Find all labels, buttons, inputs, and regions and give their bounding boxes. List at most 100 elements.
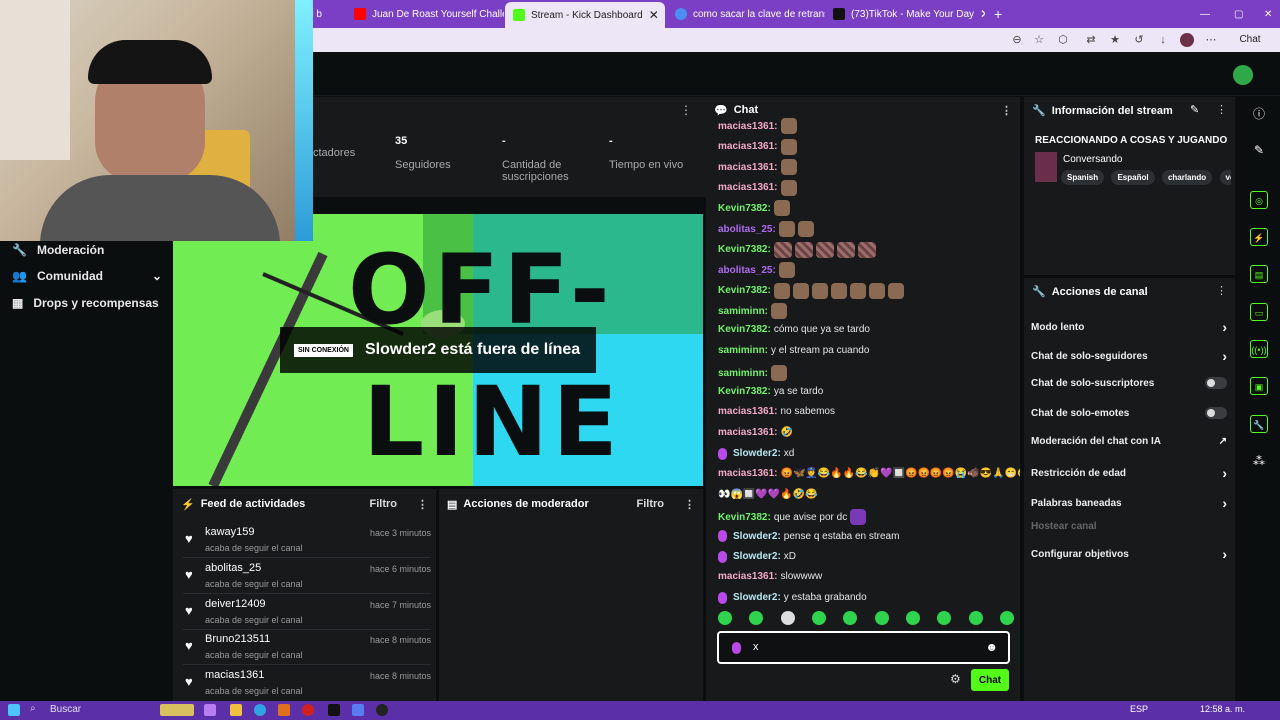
wrench-icon[interactable]: 🔧 <box>1250 415 1268 433</box>
chat-username[interactable]: macias1361: <box>718 427 778 438</box>
chat-username[interactable]: macias1361: <box>718 141 778 152</box>
app-icon[interactable] <box>352 704 364 716</box>
emote-icon[interactable] <box>874 611 889 625</box>
terminal-icon[interactable] <box>328 704 340 716</box>
emote-icon[interactable] <box>718 611 732 625</box>
favorites-icon[interactable]: ★ <box>1108 33 1122 47</box>
chat-username[interactable]: macias1361: <box>718 182 778 193</box>
emotes-only-toggle[interactable] <box>1205 407 1227 419</box>
chat-username[interactable]: Slowder2: <box>733 531 781 542</box>
emote-icon[interactable] <box>811 611 826 625</box>
more-options-icon[interactable]: ⋮ <box>1216 284 1227 297</box>
action-followers-only[interactable]: Chat de solo-seguidores › <box>1031 348 1227 364</box>
more-options-icon[interactable]: ⋮ <box>417 498 428 511</box>
star-icon[interactable]: ☆ <box>1032 33 1046 47</box>
activity-user[interactable]: Bruno213511 <box>205 633 270 645</box>
reader-icon[interactable]: ⊖ <box>1010 33 1024 47</box>
activity-user[interactable]: kaway159 <box>205 526 255 538</box>
edit-icon[interactable]: ✎ <box>1190 103 1199 116</box>
more-options-icon[interactable]: ⋮ <box>1216 103 1227 116</box>
chat-username[interactable]: Kevin7382: <box>718 324 771 335</box>
history-icon[interactable]: ↺ <box>1132 33 1146 47</box>
more-options-icon[interactable]: ⋮ <box>684 498 695 511</box>
chat-username[interactable]: abolitas_25: <box>718 224 776 235</box>
action-slow-mode[interactable]: Modo lento › <box>1031 319 1227 335</box>
more-options-icon[interactable]: ⋮ <box>1001 104 1012 117</box>
broadcast-icon[interactable]: ((•)) <box>1250 340 1268 358</box>
clock[interactable]: 12:58 a. m. <box>1200 704 1245 714</box>
subscribers-only-toggle[interactable] <box>1205 377 1227 389</box>
chat-username[interactable]: samiminn: <box>718 345 768 356</box>
maximize-button[interactable]: ▢ <box>1226 3 1246 25</box>
app-icon[interactable] <box>278 704 290 716</box>
windows-start-icon[interactable] <box>8 704 20 716</box>
chat-username[interactable]: samiminn: <box>718 368 768 379</box>
activity-user[interactable]: macias1361 <box>205 669 264 681</box>
action-configure-goals[interactable]: Configurar objetivos › <box>1031 546 1227 562</box>
more-options-icon[interactable]: ⋮ <box>680 103 692 117</box>
action-age-restriction[interactable]: Restricción de edad › <box>1031 465 1227 481</box>
close-tab-icon[interactable]: ✕ <box>980 7 985 21</box>
action-banned-words[interactable]: Palabras baneadas › <box>1031 495 1227 511</box>
emote-icon[interactable] <box>780 611 795 625</box>
obs-icon[interactable] <box>376 704 388 716</box>
more-icon[interactable]: ⋯ <box>1204 33 1218 47</box>
emote-icon[interactable] <box>937 611 952 625</box>
browser-tab-tiktok[interactable]: (73)TikTok - Make Your Day ✕ <box>825 3 985 25</box>
target-icon[interactable]: ◎ <box>1250 191 1268 209</box>
chat-username[interactable]: Kevin7382: <box>718 512 771 523</box>
action-ai-moderation[interactable]: Moderación del chat con IA ↗ <box>1031 436 1227 447</box>
layout-icon[interactable]: ▣ <box>1250 377 1268 395</box>
emote-icon[interactable] <box>905 611 920 625</box>
file-explorer-icon[interactable] <box>230 704 242 716</box>
close-window-button[interactable]: ✕ <box>1256 3 1276 25</box>
browser-tab-search[interactable]: como sacar la clave de retransmisi <box>667 3 825 25</box>
chat-send-button[interactable]: Chat <box>971 669 1009 691</box>
info-icon[interactable]: ⓘ <box>1250 105 1268 123</box>
emoji-icon[interactable]: ☻ <box>985 640 998 654</box>
chat-username[interactable]: Kevin7382: <box>718 285 771 296</box>
profile-avatar[interactable] <box>1180 33 1194 47</box>
emote-icon[interactable] <box>843 611 858 625</box>
chat-username[interactable]: macias1361: <box>718 468 778 479</box>
activity-user[interactable]: abolitas_25 <box>205 562 261 574</box>
download-icon[interactable]: ↓ <box>1156 33 1170 47</box>
sidebar-item-drops[interactable]: ▦ Drops y recompensas <box>12 296 159 310</box>
browser-tab-kick[interactable]: Stream - Kick Dashboard ✕ <box>505 2 665 28</box>
chat-username[interactable]: Kevin7382: <box>718 203 771 214</box>
pen-icon[interactable]: ✎ <box>1250 141 1268 159</box>
plugin-icon[interactable]: ⁂ <box>1250 452 1268 470</box>
chat-input[interactable]: x ☻ <box>717 631 1010 664</box>
activity-filter-button[interactable]: Filtro <box>370 498 398 510</box>
close-tab-icon[interactable]: ✕ <box>649 8 659 22</box>
chat-username[interactable]: macias1361: <box>718 162 778 173</box>
minimize-button[interactable]: — <box>1192 3 1212 25</box>
taskbar-search-input[interactable]: Buscar <box>50 704 81 715</box>
chat-username[interactable]: Kevin7382: <box>718 386 771 397</box>
extension-icon[interactable]: ⬡ <box>1056 33 1070 47</box>
split-icon[interactable]: ⇄ <box>1084 33 1098 47</box>
chat-username[interactable]: abolitas_25: <box>718 265 776 276</box>
chat-username[interactable]: macias1361: <box>718 121 778 132</box>
notes-icon[interactable]: ▤ <box>1250 265 1268 283</box>
user-avatar[interactable] <box>1233 65 1253 85</box>
emote-icon[interactable] <box>749 611 764 625</box>
chat-username[interactable]: macias1361: <box>718 406 778 417</box>
emote-icon[interactable] <box>968 611 983 625</box>
lightning-icon[interactable]: ⚡ <box>1250 228 1268 246</box>
copilot-button[interactable]: Chat <box>1230 33 1270 47</box>
chat-username[interactable]: macias1361: <box>718 571 778 582</box>
chat-username[interactable]: Slowder2: <box>733 592 781 603</box>
chat-username[interactable]: Slowder2: <box>733 448 781 459</box>
new-tab-button[interactable]: + <box>986 3 1006 25</box>
chat-settings-icon[interactable]: ⚙ <box>950 672 961 686</box>
language-indicator[interactable]: ESP <box>1130 704 1148 714</box>
browser-tab-youtube[interactable]: Juan De Roast Yourself Challenge ✕ <box>346 3 504 25</box>
emote-icon[interactable] <box>999 611 1014 625</box>
chat-username[interactable]: Kevin7382: <box>718 244 771 255</box>
stream-category[interactable]: Conversando <box>1063 154 1122 165</box>
sidebar-item-community[interactable]: 👥 Comunidad ⌄ <box>12 269 162 283</box>
mod-filter-button[interactable]: Filtro <box>637 498 665 510</box>
chat-username[interactable]: samiminn: <box>718 306 768 317</box>
edge-icon[interactable] <box>254 704 266 716</box>
